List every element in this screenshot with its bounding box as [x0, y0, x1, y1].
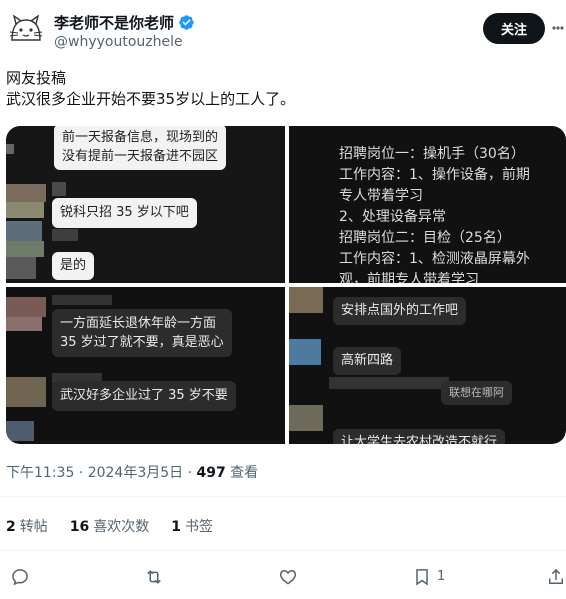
retweet-icon[interactable] — [144, 566, 168, 588]
pixelated-avatar — [6, 221, 42, 241]
pixelated-name — [52, 229, 78, 241]
chat-text: 没有提前一天报备进不园区 — [62, 149, 219, 164]
chat-bubble: 一方面延长退休年龄一方面 35 岁过了就不要，真是恶心 — [52, 309, 232, 357]
bookmark-action-count: 1 — [437, 569, 446, 584]
view-label: 查看 — [225, 465, 259, 481]
bookmark-label: 书签 — [184, 519, 213, 535]
chat-bubble: 是的 — [52, 252, 95, 280]
retweet-stat[interactable]: 2 转帖 — [6, 516, 48, 536]
chat-bubble: 武汉好多企业过了 35 岁不要 — [52, 381, 236, 411]
pixelated-avatar — [6, 202, 44, 218]
pixelated-avatar — [6, 144, 14, 154]
tweet-text-line: 网友投稿 — [6, 69, 67, 87]
chat-bubble: 前一天报备信息，现场到的 没有提前一天报备进不园区 — [54, 126, 227, 170]
divider — [0, 550, 566, 551]
pixelated-name — [329, 377, 449, 389]
pixelated-avatar — [6, 421, 34, 441]
pixelated-name — [52, 182, 66, 196]
pixelated-avatar — [6, 184, 46, 202]
tweet-text-line: 武汉很多企业开始不要35岁以上的工人了。 — [6, 90, 296, 108]
retweet-label: 转帖 — [19, 519, 48, 535]
verified-badge-icon — [179, 15, 194, 30]
media-image-3[interactable]: 一方面延长退休年龄一方面 35 岁过了就不要，真是恶心 武汉好多企业过了 35 … — [6, 287, 285, 444]
pixelated-avatar — [289, 339, 321, 365]
tweet-timestamp[interactable]: 下午11:35 · 2024年3月5日 · 497 查看 — [6, 462, 258, 482]
pixelated-avatar — [289, 287, 323, 313]
follow-button[interactable]: 关注 — [483, 13, 545, 44]
divider — [0, 496, 566, 497]
bookmark-stat[interactable]: 1 书签 — [171, 516, 213, 536]
pixelated-avatar — [6, 377, 46, 407]
pixelated-avatar — [6, 241, 44, 257]
retweet-count: 2 — [6, 519, 16, 535]
avatar[interactable] — [6, 10, 46, 50]
chat-bubble: 高新四路 — [333, 347, 402, 375]
pixelated-avatar — [6, 317, 42, 331]
like-count: 16 — [69, 519, 90, 535]
pixelated-avatar — [6, 297, 46, 317]
like-stat[interactable]: 16 喜欢次数 — [70, 516, 149, 536]
chat-bubble: 让大学生去农村改造不就行 — [333, 429, 506, 444]
engagement-stats: 2 转帖 16 喜欢次数 1 书签 — [6, 516, 213, 536]
author-handle[interactable]: @whyyoutouzhele — [54, 34, 183, 50]
tweet-header: 李老师不是你老师 @whyyoutouzhele 关注 — [0, 0, 566, 60]
pixelated-name — [52, 295, 112, 305]
chat-text: 35 岁过了就不要，真是恶心 — [60, 335, 224, 350]
more-options-icon[interactable] — [552, 19, 564, 37]
recruitment-text: 招聘岗位一：操机手（30名） 工作内容：1、操作设备，前期 专人带着学习 2、处… — [339, 146, 530, 283]
like-icon[interactable] — [278, 566, 302, 588]
pixelated-avatar — [289, 405, 323, 431]
chat-bubble: 安排点国外的工作吧 — [333, 297, 467, 325]
action-bar: 1 — [0, 560, 566, 594]
media-image-2[interactable]: 招聘岗位一：操机手（30名） 工作内容：1、操作设备，前期 专人带着学习 2、处… — [289, 126, 566, 283]
chat-text: 一方面延长退休年龄一方面 — [60, 316, 217, 331]
display-name[interactable]: 李老师不是你老师 — [54, 12, 174, 33]
bookmark-count: 1 — [171, 519, 181, 535]
share-icon[interactable] — [546, 566, 566, 588]
time-text[interactable]: 下午11:35 · 2024年3月5日 · — [6, 465, 197, 481]
view-count: 497 — [196, 465, 226, 481]
chat-bubble: 锐科只招 35 岁以下吧 — [52, 198, 197, 228]
media-grid[interactable]: 前一天报备信息，现场到的 没有提前一天报备进不园区 锐科只招 35 岁以下吧 是… — [6, 126, 566, 444]
like-label: 喜欢次数 — [93, 519, 150, 535]
bookmark-icon[interactable] — [412, 566, 436, 588]
reply-icon[interactable] — [10, 566, 34, 588]
chat-bubble: 联想在哪阿 — [441, 381, 512, 405]
author-name-row[interactable]: 李老师不是你老师 — [54, 12, 195, 33]
media-image-1[interactable]: 前一天报备信息，现场到的 没有提前一天报备进不园区 锐科只招 35 岁以下吧 是… — [6, 126, 285, 283]
chat-text: 前一天报备信息，现场到的 — [62, 130, 219, 145]
media-image-4[interactable]: 安排点国外的工作吧 高新四路 联想在哪阿 让大学生去农村改造不就行 — [289, 287, 566, 444]
pixelated-avatar — [6, 257, 36, 279]
tweet-text: 网友投稿 武汉很多企业开始不要35岁以上的工人了。 — [6, 68, 556, 110]
